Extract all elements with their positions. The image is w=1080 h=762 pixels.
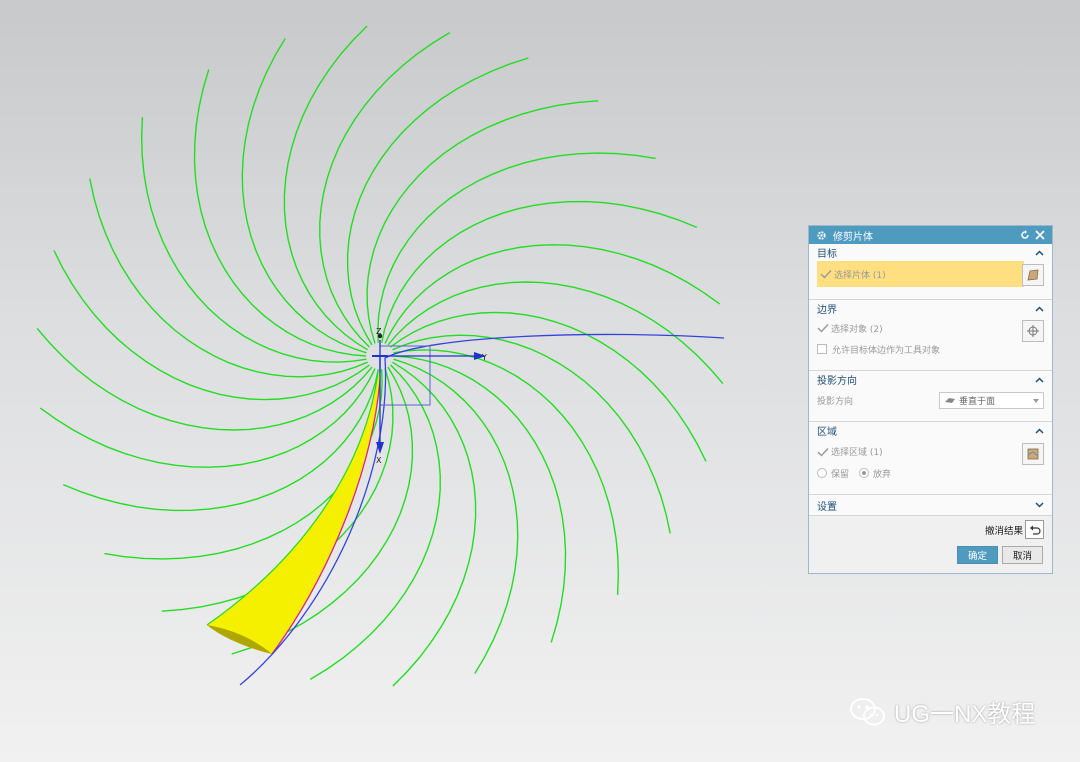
undo-icon[interactable] [1025,520,1044,539]
x-axis-label: X [376,456,382,465]
settings-group: 设置 [809,495,1052,516]
settings-group-label: 设置 [817,501,837,513]
sheet-body-icon[interactable] [1022,264,1044,286]
cancel-button[interactable]: 取消 [1002,546,1043,564]
projection-group-label: 投影方向 [817,376,857,387]
target-group-header[interactable]: 目标 [809,244,1052,261]
region-icon[interactable] [1022,443,1044,465]
select-object-row[interactable]: 选择对象 (2) [809,317,1052,339]
spiral-curve[interactable] [381,200,698,343]
settings-group-header[interactable]: 设置 [809,495,1052,515]
spiral-curve[interactable] [346,57,529,346]
select-sheet-row[interactable]: 选择片体 (1) [817,261,1024,287]
close-icon[interactable] [1034,229,1046,241]
projection-direction-row: 投影方向 垂直于面 [809,388,1052,412]
boundary-curve[interactable] [239,333,725,686]
chevron-down-icon[interactable] [1034,500,1044,510]
trimmed-sheet-surface[interactable] [207,372,380,654]
region-group-header[interactable]: 区域 [809,422,1052,439]
wcs-triad: Z Y X [372,327,487,465]
select-object-label: 选择对象 (2) [831,324,883,335]
spiral-curve[interactable] [140,117,367,363]
keep-label: 保留 [831,469,850,480]
spiral-curve[interactable] [387,281,724,384]
watermark-text: UG一NX教程 [894,701,1036,728]
spiral-curve[interactable] [393,349,620,595]
chevron-up-icon[interactable] [1034,248,1044,258]
dialog-title: 修剪片体 [833,231,873,243]
projection-direction-label: 投影方向 [817,396,854,407]
boundary-group-header[interactable]: 边界 [809,300,1052,317]
chevron-up-icon[interactable] [1034,304,1044,314]
spiral-curve[interactable] [393,355,567,643]
target-group: 目标 选择片体 (1) [809,244,1052,300]
trim-sheet-dialog: 修剪片体 目标 选择片体 (1) 边界 选择对象 (2) 允许目标体边作为工具对… [808,225,1053,574]
select-region-label: 选择区域 (1) [831,448,883,458]
spiral-curve[interactable] [39,368,376,468]
dialog-footer: 撤消结果 确定 取消 [809,516,1052,588]
discard-label: 放弃 [873,469,892,480]
projection-group: 投影方向 投影方向 垂直于面 [809,371,1052,422]
boundary-group: 边界 选择对象 (2) 允许目标体边作为工具对象 [809,300,1052,371]
spiral-curve[interactable] [393,358,519,674]
wechat-icon [850,697,885,725]
chevron-up-icon[interactable] [1034,426,1044,436]
chevron-up-icon[interactable] [1034,375,1044,385]
undo-result-label: 撤消结果 [984,525,1023,537]
check-icon [817,447,829,457]
ok-button[interactable]: 确定 [957,546,998,564]
spiral-curve[interactable] [36,328,373,431]
spiral-curve[interactable] [62,369,379,512]
reset-icon[interactable] [1019,229,1031,241]
target-group-label: 目标 [817,249,837,260]
select-region-row[interactable]: 选择区域 (1) [809,439,1052,464]
spiral-curve[interactable] [366,100,599,344]
dialog-title-bar[interactable]: 修剪片体 [809,226,1052,244]
undo-result[interactable]: 撤消结果 [985,520,1044,539]
spiral-curve[interactable] [384,244,721,344]
allow-target-edge-checkbox[interactable] [817,344,827,354]
gear-icon[interactable] [815,229,827,241]
z-axis-label: Z [376,327,382,336]
boundary-group-label: 边界 [817,305,837,316]
spiral-curve[interactable] [53,250,370,401]
select-sheet-label: 选择片体 (1) [834,270,886,281]
spiral-curve[interactable] [193,69,367,357]
region-group: 区域 选择区域 (1) 保留 放弃 [809,422,1052,495]
y-axis-label: Y [481,353,487,362]
projection-direction-select[interactable]: 垂直于面 [939,391,1044,409]
spiral-curve[interactable] [241,38,367,354]
region-group-label: 区域 [817,427,837,438]
dropdown-arrow-icon [1033,398,1039,403]
spiral-curve[interactable] [392,361,477,687]
spiral-curve[interactable] [283,25,368,351]
keep-radio[interactable] [817,468,827,478]
check-icon [817,324,829,333]
spiral-curve[interactable] [319,32,451,348]
watermark: UG一NX教程 [848,694,1035,729]
discard-radio[interactable] [859,468,870,478]
check-icon [820,270,832,279]
allow-target-edge-row[interactable]: 允许目标体边作为工具对象 [809,339,1052,359]
allow-target-edge-label: 允许目标体边作为工具对象 [832,345,941,356]
projection-group-header[interactable]: 投影方向 [809,371,1052,388]
projection-direction-value: 垂直于面 [959,396,996,407]
normal-to-face-icon [945,398,955,403]
region-options-row: 保留 放弃 [809,464,1052,482]
